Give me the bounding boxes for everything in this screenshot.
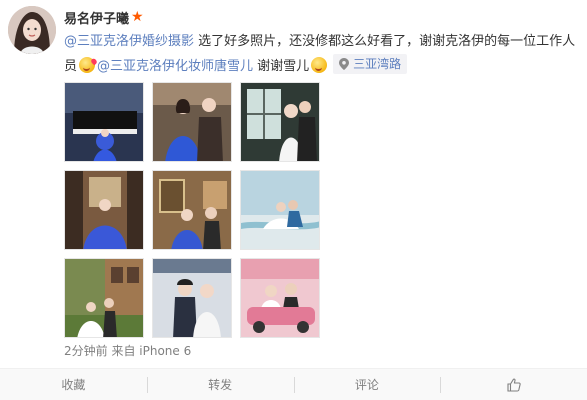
pink-car-couple-photo[interactable] bbox=[240, 258, 320, 338]
window-couple-photo[interactable] bbox=[240, 82, 320, 162]
like-button[interactable] bbox=[440, 369, 587, 400]
favorite-label: 收藏 bbox=[61, 378, 86, 392]
location-label: 三亚湾路 bbox=[353, 57, 402, 71]
mention-link[interactable]: @三亚克洛伊化妆师唐雪儿 bbox=[97, 59, 253, 74]
smile-emoji-icon bbox=[311, 57, 328, 73]
comment-label: 评论 bbox=[354, 378, 379, 392]
studio-couple-photo[interactable] bbox=[152, 258, 232, 338]
comment-button[interactable]: 评论 bbox=[293, 369, 441, 400]
bride-corridor-photo[interactable] bbox=[64, 170, 144, 250]
username-row: 易名伊子曦 ★ bbox=[64, 7, 144, 27]
couple-study-photo[interactable] bbox=[152, 170, 232, 250]
mention-link[interactable]: @三亚克洛伊婚纱摄影 bbox=[64, 34, 194, 49]
repost-label: 转发 bbox=[208, 378, 233, 392]
thumbs-up-icon bbox=[507, 378, 521, 392]
beach-couple-photo[interactable] bbox=[240, 170, 320, 250]
post-meta: 2分钟前 来自 iPhone 6 bbox=[64, 344, 192, 358]
post-text: @三亚克洛伊婚纱摄影 选了好多照片，还没修都这么好看了，谢谢克洛伊的每一位工作人… bbox=[64, 30, 579, 79]
piano-couple-photo[interactable] bbox=[64, 82, 144, 162]
repost-button[interactable]: 转发 bbox=[146, 369, 294, 400]
post-body-text: 谢谢雪儿 bbox=[253, 59, 310, 74]
star-icon: ★ bbox=[131, 9, 144, 25]
action-bar: 收藏 转发 评论 bbox=[0, 368, 587, 400]
avatar[interactable] bbox=[8, 6, 56, 54]
location-pin-icon bbox=[339, 58, 350, 70]
favorite-button[interactable]: 收藏 bbox=[0, 369, 147, 400]
garden-house-photo[interactable] bbox=[64, 258, 144, 338]
location-tag[interactable]: 三亚湾路 bbox=[333, 54, 408, 74]
kiss-emoji-icon bbox=[79, 57, 96, 73]
blue-gown-couple-photo[interactable] bbox=[152, 82, 232, 162]
weibo-post: 易名伊子曦 ★ @三亚克洛伊婚纱摄影 选了好多照片，还没修都这么好看了，谢谢克洛… bbox=[0, 0, 587, 368]
username[interactable]: 易名伊子曦 bbox=[64, 8, 129, 27]
